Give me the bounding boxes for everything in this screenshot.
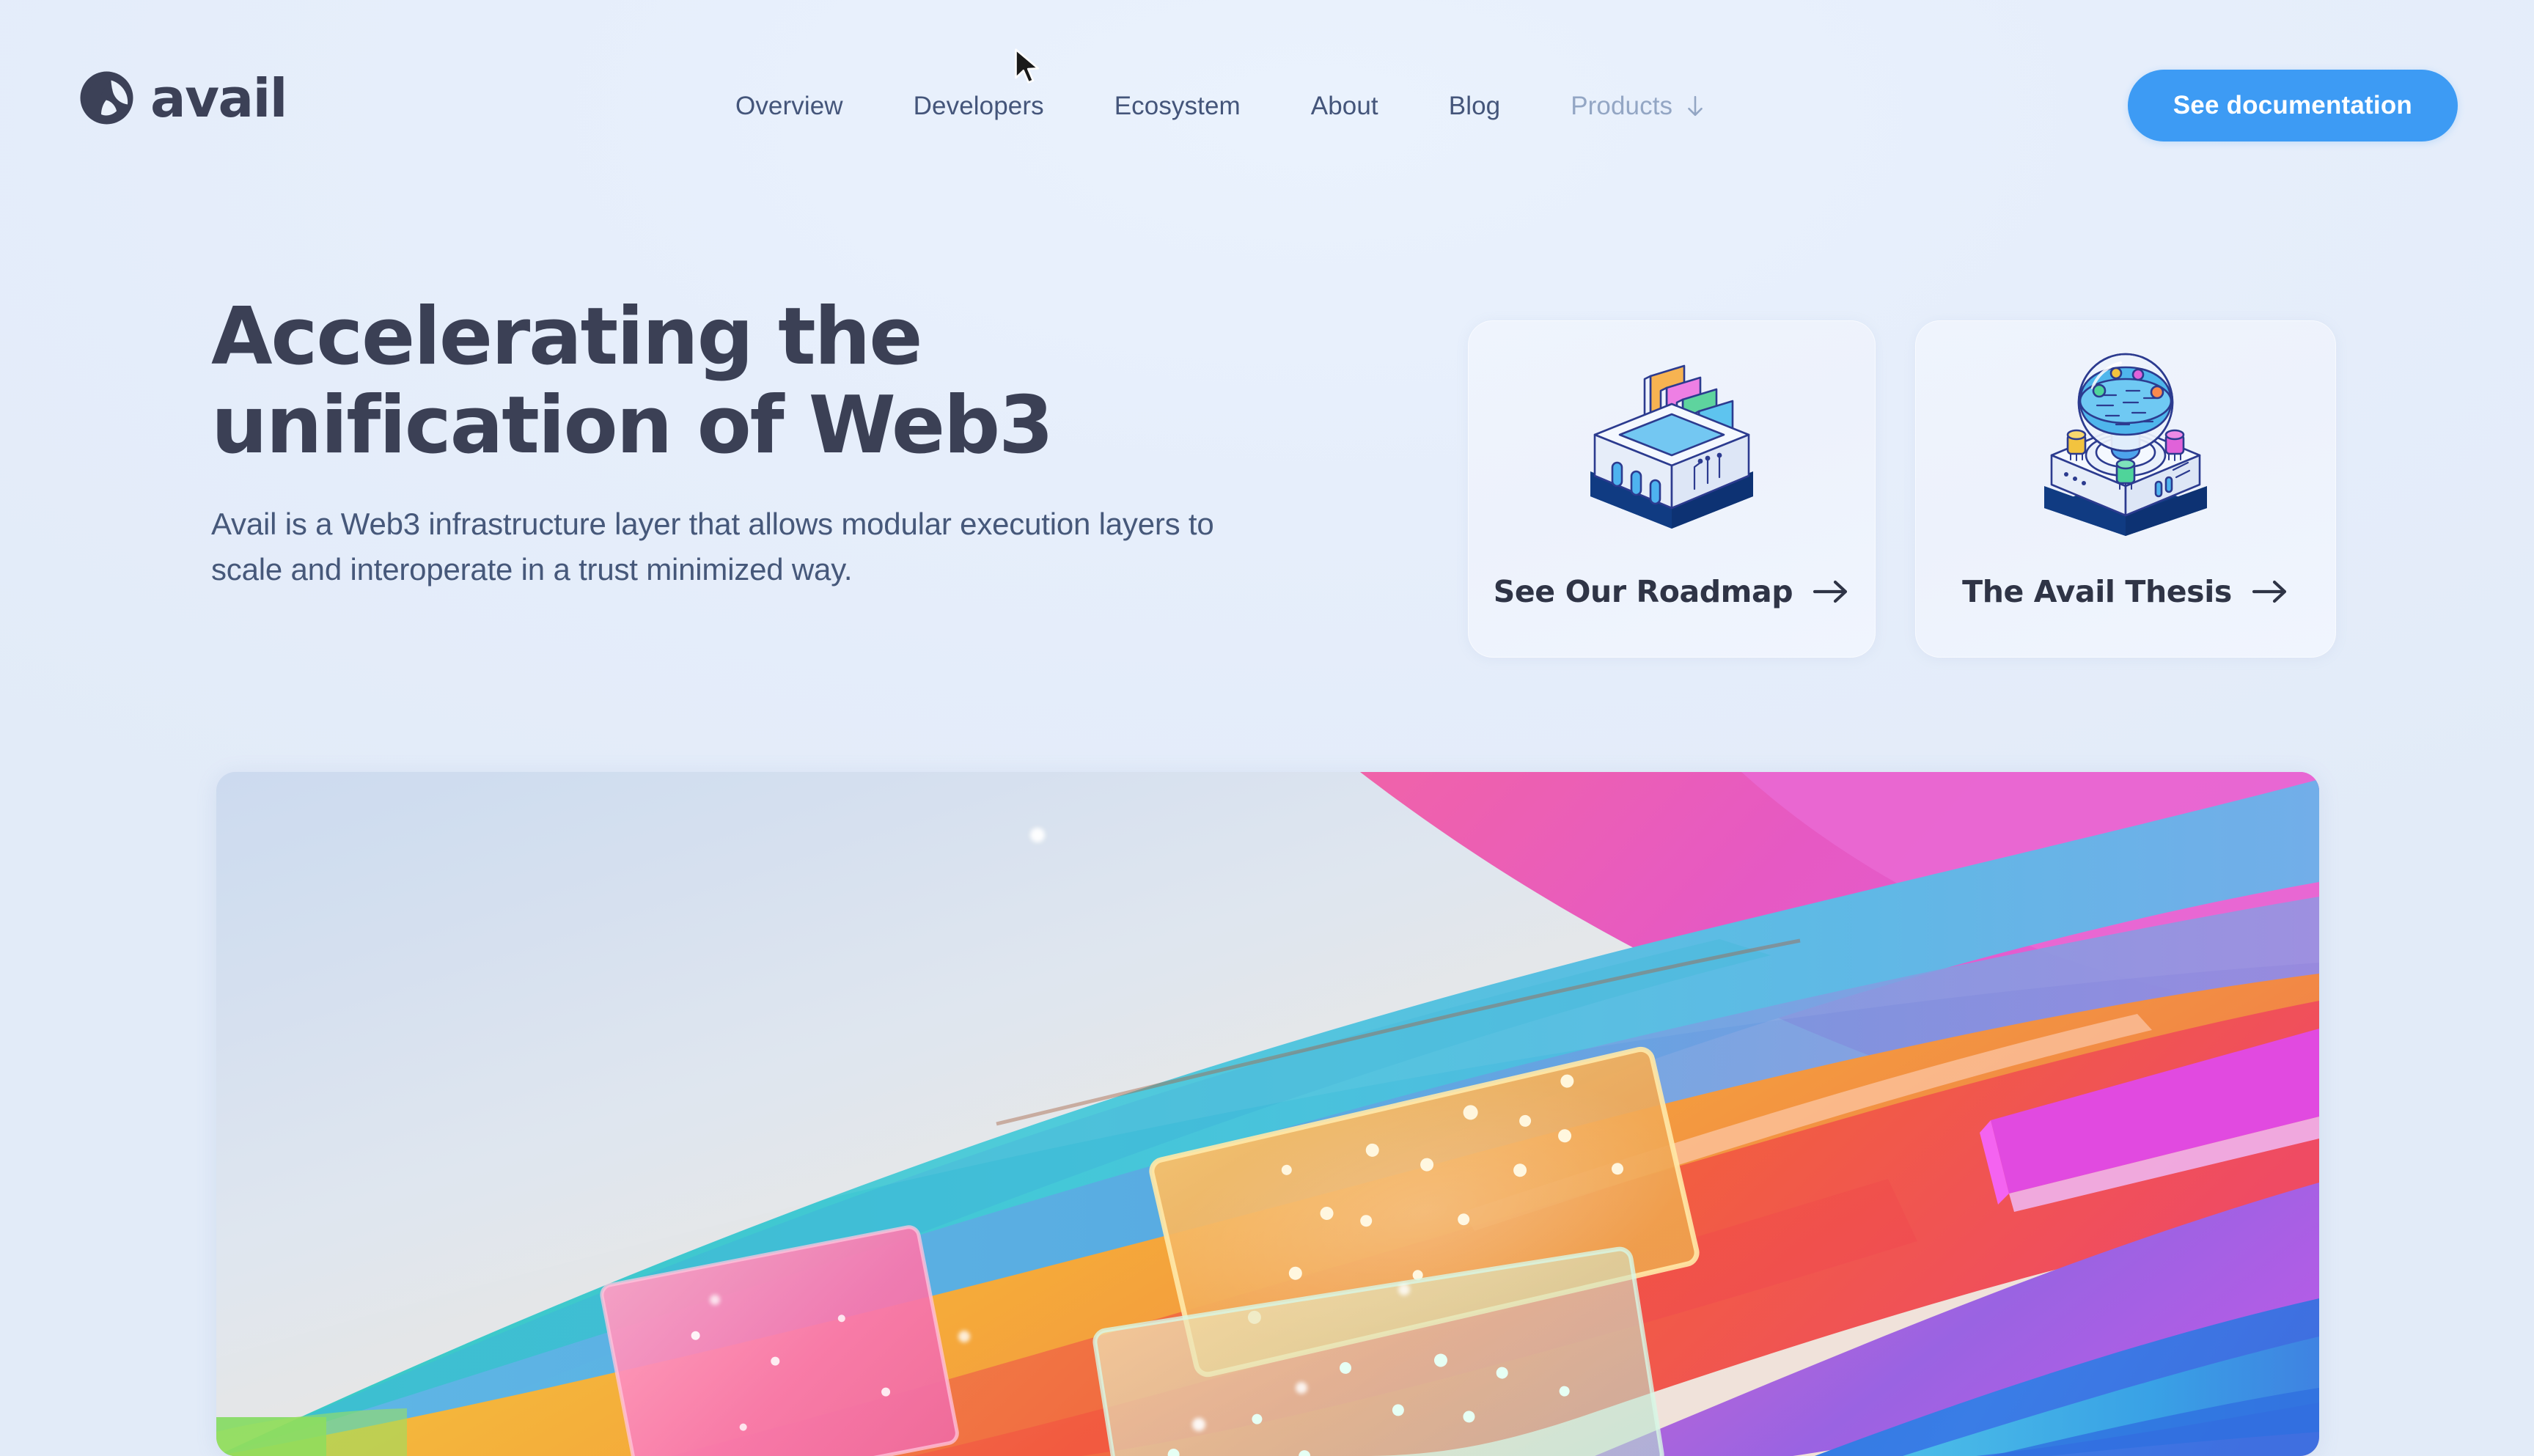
card-label-roadmap: See Our Roadmap: [1468, 574, 1876, 609]
card-label-thesis: The Avail Thesis: [1915, 574, 2336, 609]
isometric-glass-dome-globe-icon: [2027, 320, 2225, 536]
card-label-roadmap-text: See Our Roadmap: [1493, 574, 1793, 609]
site-header: avail Overview Developers Ecosystem Abou…: [0, 0, 2534, 187]
hero-title-line-1: Accelerating the: [211, 291, 922, 383]
nav-item-overview[interactable]: Overview: [700, 92, 878, 121]
nav-item-ecosystem[interactable]: Ecosystem: [1079, 92, 1276, 121]
hero-artwork: [216, 772, 2319, 1456]
hero-link-cards: See Our Roadmap The Avail Thesis: [1468, 320, 2336, 658]
arrow-right-icon: [2251, 578, 2289, 606]
see-documentation-button[interactable]: See documentation: [2127, 70, 2458, 141]
nav-item-products-label: Products: [1571, 92, 1673, 120]
nav-item-about[interactable]: About: [1276, 92, 1414, 121]
isometric-crate-with-colored-cards-icon: [1573, 320, 1771, 536]
card-label-thesis-text: The Avail Thesis: [1962, 574, 2232, 609]
brand-logo[interactable]: avail: [79, 70, 287, 125]
nav-item-blog[interactable]: Blog: [1414, 92, 1535, 121]
brand-name: avail: [150, 67, 287, 129]
avail-swirl-logo-icon: [79, 70, 134, 125]
card-see-our-roadmap[interactable]: See Our Roadmap: [1468, 320, 1876, 658]
landing-page: avail Overview Developers Ecosystem Abou…: [0, 0, 2534, 1456]
arrow-right-icon: [1812, 578, 1850, 606]
nav-item-developers[interactable]: Developers: [878, 92, 1079, 121]
hero-title-line-2: unification of Web3: [211, 379, 1054, 471]
arrow-down-icon: [1686, 95, 1705, 117]
card-the-avail-thesis[interactable]: The Avail Thesis: [1915, 320, 2336, 658]
main-navigation: Overview Developers Ecosystem About Blog…: [700, 92, 1740, 121]
page-title: Accelerating the unification of Web3: [211, 293, 1296, 471]
hero-subtitle: Avail is a Web3 infrastructure layer tha…: [211, 506, 1214, 587]
hero-text-block: Accelerating the unification of Web3 Ava…: [211, 293, 1296, 592]
nav-item-products[interactable]: Products: [1535, 92, 1740, 121]
